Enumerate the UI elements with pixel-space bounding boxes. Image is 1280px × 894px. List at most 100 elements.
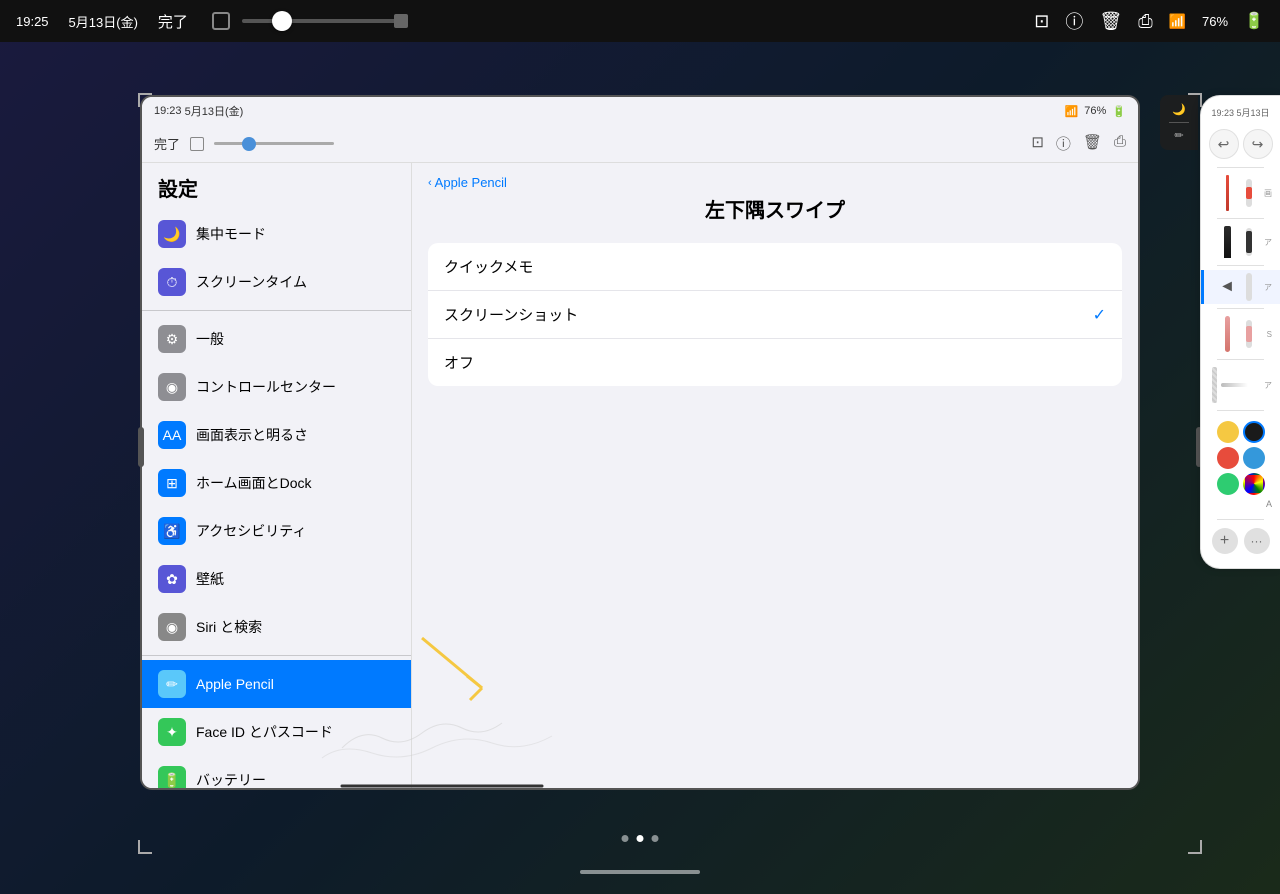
chevron-left-icon: ‹: [428, 177, 432, 189]
settings-layout: 設定 🌙集中モード⏱スクリーンタイム ⚙一般◉コントロールセンターAA画面表示と明…: [142, 163, 1138, 788]
inner-checkbox[interactable]: [190, 137, 204, 151]
separator-6: [1217, 410, 1264, 411]
sidebar-item-スクリーンタイム[interactable]: ⏱スクリーンタイム: [142, 258, 411, 306]
sidebar-icon-1: ⏱: [158, 268, 186, 296]
color-row-2: [1209, 447, 1272, 469]
tool-size-bar-2: [1246, 228, 1252, 256]
inner-brightness-slider[interactable]: [214, 142, 334, 145]
trash-icon[interactable]: 🗑: [1099, 11, 1122, 32]
sidebar-item-壁紙[interactable]: ✿壁紙: [142, 555, 411, 603]
sidebar-item-一般[interactable]: ⚙一般: [142, 315, 411, 363]
content-nav: ‹ Apple Pencil: [412, 163, 1138, 194]
more-options-button[interactable]: ···: [1244, 528, 1270, 554]
sidebar-item-ホーム画面とDock[interactable]: ⊞ホーム画面とDock: [142, 459, 411, 507]
option-item-0[interactable]: クイックメモ: [428, 243, 1122, 291]
done-button[interactable]: 完了: [158, 11, 188, 32]
sidebar-item-バッテリー[interactable]: 🔋 バッテリー: [142, 756, 411, 788]
scan-icon[interactable]: ⊡: [1034, 11, 1049, 32]
brightness-slider[interactable]: [242, 19, 402, 23]
option-label-2: オフ: [444, 352, 1106, 373]
arrow-tool-icon: ◄: [1219, 278, 1235, 296]
add-tool-button[interactable]: +: [1212, 528, 1238, 554]
mini-moon-icon: 🌙: [1172, 103, 1186, 116]
tool-texture-pencil[interactable]: ア: [1201, 364, 1280, 406]
color-swatch-green[interactable]: [1217, 473, 1239, 495]
back-button[interactable]: ‹ Apple Pencil: [428, 175, 507, 190]
sidebar-icon-0: 🌙: [158, 220, 186, 248]
sidebar-icon-8: ◉: [158, 613, 186, 641]
sidebar-item-Face-ID-とパスコード[interactable]: ✦ Face ID とパスコード: [142, 708, 411, 756]
sidebar-items-list: 🌙集中モード⏱スクリーンタイム ⚙一般◉コントロールセンターAA画面表示と明るさ⊞…: [142, 210, 411, 788]
inner-date: 5月13日(金): [185, 103, 244, 119]
tool-brush[interactable]: S: [1201, 313, 1280, 355]
option-checkmark-1: ✓: [1093, 305, 1106, 325]
page-dot-2[interactable]: [637, 835, 644, 842]
tool-thin-pencil[interactable]: 画: [1201, 172, 1280, 214]
page-dots: [622, 835, 659, 842]
home-indicator: [580, 870, 700, 874]
option-item-1[interactable]: スクリーンショット✓: [428, 291, 1122, 339]
option-label-1: スクリーンショット: [444, 304, 1093, 325]
sidebar-label-6: アクセシビリティ: [196, 521, 306, 541]
marker-icon: [1224, 226, 1231, 258]
tool-arrow[interactable]: ◄ ア: [1201, 270, 1280, 304]
sidebar-item-Apple-Pencil[interactable]: ✏Apple Pencil: [142, 660, 411, 708]
inner-slider-thumb: [242, 137, 256, 151]
panel-date: 19:23 5月13日: [1211, 106, 1269, 119]
separator-5: [1217, 359, 1264, 360]
page-dot-1[interactable]: [622, 835, 629, 842]
inner-done-label[interactable]: 完了: [154, 134, 180, 153]
color-row-3: [1209, 473, 1272, 495]
wifi-icon: 📶: [1169, 13, 1186, 30]
tool-size-bar: [1246, 179, 1252, 207]
top-status-bar: 19:25 5月13日(金) 完了 ⊡ ⓘ 🗑 ⎙ 📶 76% 🔋: [0, 0, 1280, 42]
info-icon[interactable]: ⓘ: [1065, 8, 1083, 34]
ruler-indicator: [1221, 383, 1248, 387]
top-date: 5月13日(金): [69, 12, 138, 31]
undo-button[interactable]: ↩: [1209, 129, 1239, 159]
back-label: Apple Pencil: [435, 175, 507, 190]
sidebar-label-7: 壁紙: [196, 569, 224, 589]
thin-pencil-icon: [1226, 175, 1229, 211]
checkbox-button[interactable]: [212, 12, 230, 30]
inner-trash-icon[interactable]: 🗑: [1083, 133, 1102, 154]
color-swatch-black[interactable]: [1243, 421, 1265, 443]
slider-end: [394, 14, 408, 28]
color-label-a: A: [1209, 499, 1272, 509]
options-group: クイックメモスクリーンショット✓オフ: [428, 243, 1122, 386]
tool-size-label-4: S: [1256, 330, 1272, 339]
sidebar-item-集中モード[interactable]: 🌙集中モード: [142, 210, 411, 258]
sidebar-label-10: Face ID とパスコード: [196, 722, 333, 742]
texture-pencil-icon: [1212, 367, 1217, 403]
color-section: A: [1201, 415, 1280, 515]
option-item-2[interactable]: オフ: [428, 339, 1122, 386]
sidebar-icon-10: ✦: [158, 718, 186, 746]
separator-1: [1217, 167, 1264, 168]
redo-button[interactable]: ↪: [1243, 129, 1273, 159]
color-swatch-blue[interactable]: [1243, 447, 1265, 469]
content-page-title: 左下隅スワイプ: [412, 194, 1138, 235]
left-edge-handle[interactable]: [138, 427, 144, 467]
sidebar-item-Siri-と検索[interactable]: ◉ Siri と検索: [142, 603, 411, 651]
settings-title: 設定: [142, 163, 411, 210]
color-swatch-spectrum[interactable]: [1243, 473, 1265, 495]
page-dot-3[interactable]: [652, 835, 659, 842]
tool-marker[interactable]: ア: [1201, 223, 1280, 261]
sidebar-label-11: バッテリー: [196, 770, 266, 788]
inner-info-icon[interactable]: ⓘ: [1056, 133, 1071, 154]
tool-size-label-3: ア: [1256, 282, 1272, 293]
sidebar-label-8: Siri と検索: [196, 617, 262, 637]
sidebar-label-9: Apple Pencil: [196, 676, 274, 692]
sidebar-icon-11: 🔋: [158, 766, 186, 788]
battery-icon: 🔋: [1244, 11, 1264, 31]
inner-toolbar-icons: ⊡ ⓘ 🗑 ⎙: [1031, 133, 1126, 154]
color-swatch-yellow[interactable]: [1217, 421, 1239, 443]
sidebar-item-コントロールセンター[interactable]: ◉コントロールセンター: [142, 363, 411, 411]
inner-battery-pct: 76%: [1084, 105, 1106, 117]
inner-share-icon[interactable]: ⎙: [1114, 133, 1126, 154]
inner-scan-icon[interactable]: ⊡: [1031, 133, 1044, 154]
color-swatch-red[interactable]: [1217, 447, 1239, 469]
sidebar-item-アクセシビリティ[interactable]: ♿アクセシビリティ: [142, 507, 411, 555]
sidebar-item-画面表示と明るさ[interactable]: AA画面表示と明るさ: [142, 411, 411, 459]
share-icon[interactable]: ⎙: [1138, 11, 1152, 32]
